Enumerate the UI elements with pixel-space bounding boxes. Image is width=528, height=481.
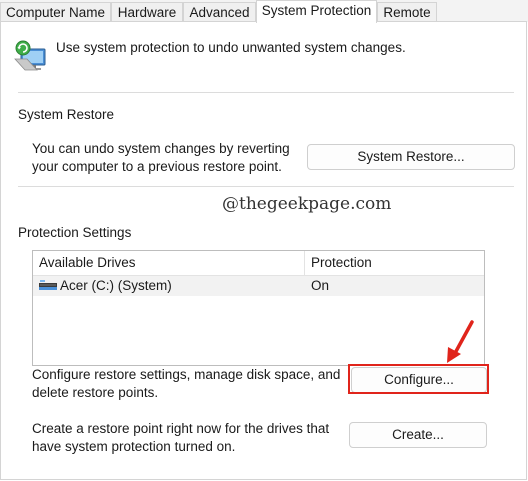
create-description: Create a restore point right now for the… (32, 421, 330, 454)
system-protection-panel: Use system protection to undo unwanted s… (0, 21, 527, 480)
divider (18, 92, 514, 93)
tab-system-protection[interactable]: System Protection (256, 0, 377, 23)
system-protection-icon (13, 39, 49, 75)
divider (18, 186, 514, 187)
system-restore-heading: System Restore (18, 107, 115, 122)
tab-hardware[interactable]: Hardware (111, 2, 183, 22)
drive-protection-status: On (311, 278, 330, 293)
create-button[interactable]: Create... (349, 422, 487, 448)
list-header: Available Drives Protection (33, 251, 484, 276)
highlight-box (348, 364, 489, 394)
arrow-annotation-icon (438, 319, 478, 367)
column-header-protection[interactable]: Protection (305, 251, 484, 275)
system-restore-button[interactable]: System Restore... (307, 144, 515, 170)
configure-description: Configure restore settings, manage disk … (32, 367, 341, 400)
column-header-available-drives[interactable]: Available Drives (33, 251, 305, 275)
drive-icon (38, 276, 58, 296)
tab-advanced[interactable]: Advanced (183, 2, 256, 22)
protection-settings-heading: Protection Settings (18, 225, 132, 240)
table-row[interactable]: Acer (C:) (System) On (33, 276, 484, 296)
drive-name: Acer (C:) (System) (60, 278, 172, 293)
drives-list[interactable]: Available Drives Protection Acer (C:) (S… (32, 250, 485, 366)
intro-text: Use system protection to undo unwanted s… (56, 40, 406, 55)
system-restore-description: You can undo system changes by reverting… (32, 141, 290, 174)
tab-remote[interactable]: Remote (377, 2, 437, 22)
watermark: @thegeekpage.com (222, 194, 392, 214)
tab-computer-name[interactable]: Computer Name (0, 2, 111, 22)
